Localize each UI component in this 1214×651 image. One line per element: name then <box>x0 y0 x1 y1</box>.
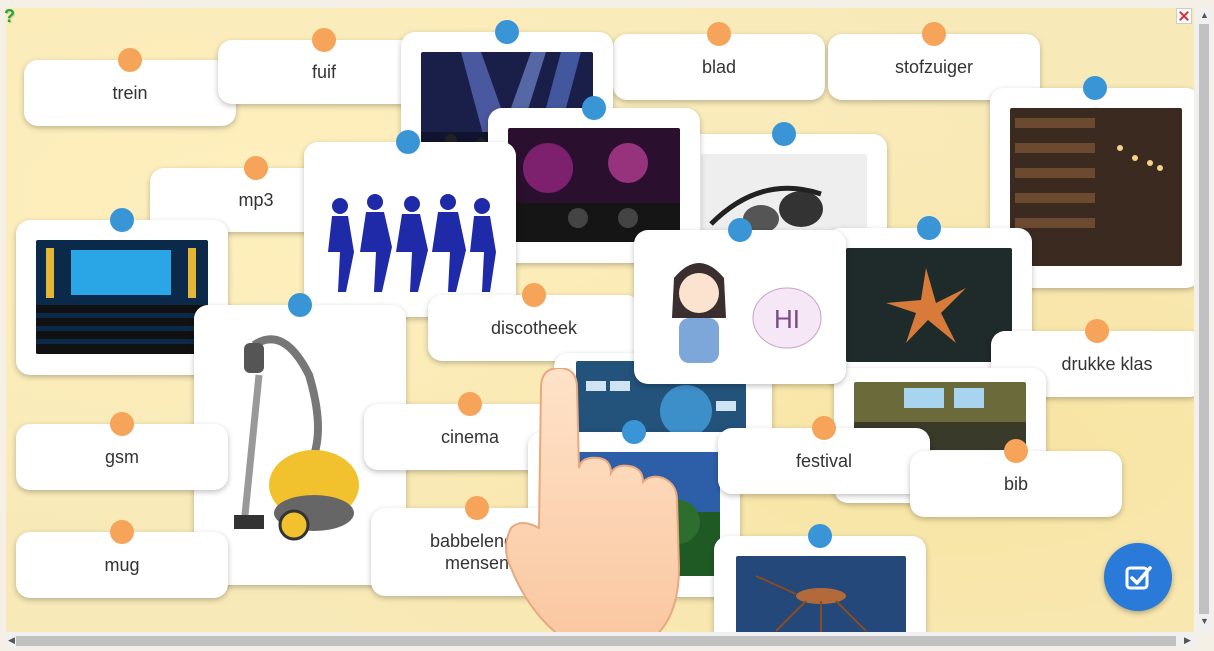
scroll-up-icon[interactable]: ▲ <box>1200 10 1209 20</box>
matching-board: trein fuif blad stofzuiger mp3 discothee… <box>6 8 1194 632</box>
connector-dot[interactable] <box>707 22 731 46</box>
word-label: mp3 <box>238 190 274 210</box>
connector-dot[interactable] <box>582 96 606 120</box>
word-label: fuif <box>311 62 336 82</box>
horizontal-scrollbar[interactable]: ◀ ▶ <box>6 632 1196 649</box>
connector-dot[interactable] <box>288 293 312 317</box>
hi-text: HI <box>774 304 800 334</box>
word-card-gsm[interactable]: gsm <box>16 412 228 490</box>
word-label: cinema <box>440 427 500 447</box>
connector-dot[interactable] <box>917 216 941 240</box>
connector-dot[interactable] <box>244 156 268 180</box>
connector-dot[interactable] <box>110 520 134 544</box>
submit-button[interactable] <box>1104 543 1172 611</box>
connector-dot[interactable] <box>808 524 832 548</box>
vertical-scrollbar[interactable]: ▲ ▼ <box>1196 8 1212 632</box>
dj-party-photo <box>508 128 680 242</box>
connector-dot[interactable] <box>1083 76 1107 100</box>
help-icon[interactable]: ? <box>4 6 22 26</box>
library-photo <box>1010 108 1182 266</box>
connector-dot[interactable] <box>465 496 489 520</box>
word-label: trein <box>112 83 148 103</box>
horizontal-scroll-thumb[interactable] <box>16 636 1176 646</box>
word-label: bib <box>1003 474 1029 494</box>
cinema-hall-photo <box>36 240 208 354</box>
connector-dot[interactable] <box>922 22 946 46</box>
word-card-discotheek[interactable]: discotheek <box>428 283 640 361</box>
word-label: discotheek <box>490 318 578 338</box>
fullscreen-icon[interactable] <box>1176 8 1192 24</box>
word-label: festival <box>795 451 853 471</box>
word-label: mug <box>104 555 140 575</box>
scroll-left-icon[interactable]: ◀ <box>8 635 15 646</box>
word-card-bib[interactable]: bib <box>910 439 1122 517</box>
image-card-girl-hi[interactable]: HI <box>634 218 846 384</box>
pointing-hand <box>505 368 681 632</box>
connector-dot[interactable] <box>1004 439 1028 463</box>
scroll-down-icon[interactable]: ▼ <box>1200 616 1209 626</box>
word-card-festival[interactable]: festival <box>718 416 930 494</box>
mosquito-photo <box>736 556 906 632</box>
dancers-silhouette <box>328 194 496 292</box>
girl-saying-hi: HI <box>654 248 826 368</box>
scroll-right-icon[interactable]: ▶ <box>1184 635 1191 646</box>
word-card-fuif[interactable]: fuif <box>218 28 430 104</box>
word-card-trein[interactable]: trein <box>24 48 236 126</box>
word-label: drukke klas <box>1061 354 1153 374</box>
connector-dot[interactable] <box>312 28 336 52</box>
image-card-dancers[interactable] <box>304 130 516 317</box>
word-card-mug[interactable]: mug <box>16 520 228 598</box>
connector-dot[interactable] <box>812 416 836 440</box>
connector-dot[interactable] <box>728 218 752 242</box>
word-label: stofzuiger <box>894 57 974 77</box>
word-card-blad[interactable]: blad <box>613 22 825 100</box>
vacuum-cleaner-photo <box>214 335 386 555</box>
connector-dot[interactable] <box>110 208 134 232</box>
connector-dot[interactable] <box>396 130 420 154</box>
image-card-mosquito[interactable] <box>714 524 926 632</box>
word-label: blad <box>701 57 737 77</box>
connector-dot[interactable] <box>522 283 546 307</box>
connector-dot[interactable] <box>1085 319 1109 343</box>
connector-dot[interactable] <box>118 48 142 72</box>
checkmark-edit-icon <box>1125 566 1152 590</box>
word-label: gsm <box>104 447 139 467</box>
vertical-scroll-thumb[interactable] <box>1199 24 1209 614</box>
connector-dot[interactable] <box>110 412 134 436</box>
leaf-photo <box>846 248 1012 362</box>
connector-dot[interactable] <box>495 20 519 44</box>
connector-dot[interactable] <box>772 122 796 146</box>
connector-dot[interactable] <box>458 392 482 416</box>
